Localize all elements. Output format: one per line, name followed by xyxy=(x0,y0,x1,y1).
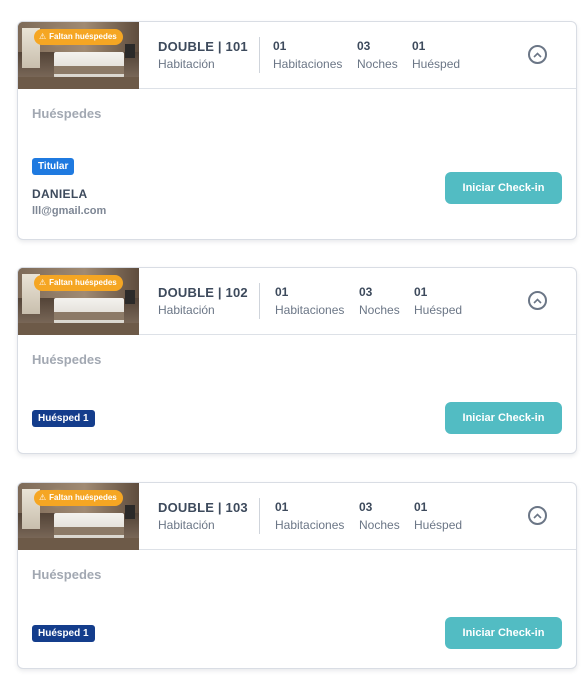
room-info: DOUBLE | 103 Habitación xyxy=(158,500,248,532)
card-header: ⚠ Faltan huéspedes DOUBLE | 103 Habitació… xyxy=(18,483,576,550)
guests-section-title: Huéspedes xyxy=(32,567,102,582)
start-checkin-button[interactable]: Iniciar Check-in xyxy=(445,617,562,649)
missing-guests-badge: ⚠ Faltan huéspedes xyxy=(34,275,123,291)
warning-icon: ⚠ xyxy=(39,32,47,41)
guests-section-title: Huéspedes xyxy=(32,106,102,121)
guests-stat: 01 Huésped xyxy=(414,285,463,317)
guests-section-title: Huéspedes xyxy=(32,352,102,367)
missing-guests-badge: ⚠ Faltan huéspedes xyxy=(34,490,123,506)
room-photo: ⚠ Faltan huéspedes xyxy=(18,22,139,89)
room-title: DOUBLE | 102 xyxy=(158,285,248,300)
room-title: DOUBLE | 103 xyxy=(158,500,248,515)
room-title: DOUBLE | 101 xyxy=(158,39,248,54)
reservation-card-103: ⚠ Faltan huéspedes DOUBLE | 103 Habitació… xyxy=(17,482,577,669)
warning-icon: ⚠ xyxy=(39,493,47,502)
reservation-card-102: ⚠ Faltan huéspedes DOUBLE | 102 Habitació… xyxy=(17,267,577,454)
rooms-stat: 01 Habitaciones xyxy=(273,39,343,71)
collapse-toggle[interactable] xyxy=(528,506,547,525)
reservation-card-101: ⚠ Faltan huéspedes DOUBLE | 101 Habitació… xyxy=(17,21,577,240)
room-type: Habitación xyxy=(158,303,215,317)
chevron-up-icon xyxy=(533,297,542,304)
guest-badge: Huésped 1 xyxy=(32,410,95,427)
guests-stat: 01 Huésped xyxy=(412,39,461,71)
card-header: ⚠ Faltan huéspedes DOUBLE | 102 Habitació… xyxy=(18,268,576,335)
guest-badge: Huésped 1 xyxy=(32,625,95,642)
nights-stat: 03 Noches xyxy=(359,285,400,317)
nights-stat: 03 Noches xyxy=(359,500,400,532)
nights-stat: 03 Noches xyxy=(357,39,398,71)
collapse-toggle[interactable] xyxy=(528,291,547,310)
guest-name: DANIELA xyxy=(32,187,88,201)
titular-badge: Titular xyxy=(32,158,75,175)
room-info: DOUBLE | 101 Habitación xyxy=(158,39,248,71)
rooms-stat: 01 Habitaciones xyxy=(275,285,345,317)
room-info: DOUBLE | 102 Habitación xyxy=(158,285,248,317)
room-type: Habitación xyxy=(158,57,215,71)
start-checkin-button[interactable]: Iniciar Check-in xyxy=(445,172,562,204)
card-header: ⚠ Faltan huéspedes DOUBLE | 101 Habitació… xyxy=(18,22,576,89)
missing-guests-badge: ⚠ Faltan huéspedes xyxy=(34,29,123,45)
divider xyxy=(259,283,260,319)
chevron-up-icon xyxy=(533,51,542,58)
warning-icon: ⚠ xyxy=(39,278,47,287)
room-photo: ⚠ Faltan huéspedes xyxy=(18,483,139,550)
divider xyxy=(259,498,260,534)
room-photo: ⚠ Faltan huéspedes xyxy=(18,268,139,335)
room-type: Habitación xyxy=(158,518,215,532)
rooms-stat: 01 Habitaciones xyxy=(275,500,345,532)
start-checkin-button[interactable]: Iniciar Check-in xyxy=(445,402,562,434)
guest-email: lll@gmail.com xyxy=(32,205,107,217)
collapse-toggle[interactable] xyxy=(528,45,547,64)
chevron-up-icon xyxy=(533,512,542,519)
guests-stat: 01 Huésped xyxy=(414,500,463,532)
divider xyxy=(259,37,260,73)
